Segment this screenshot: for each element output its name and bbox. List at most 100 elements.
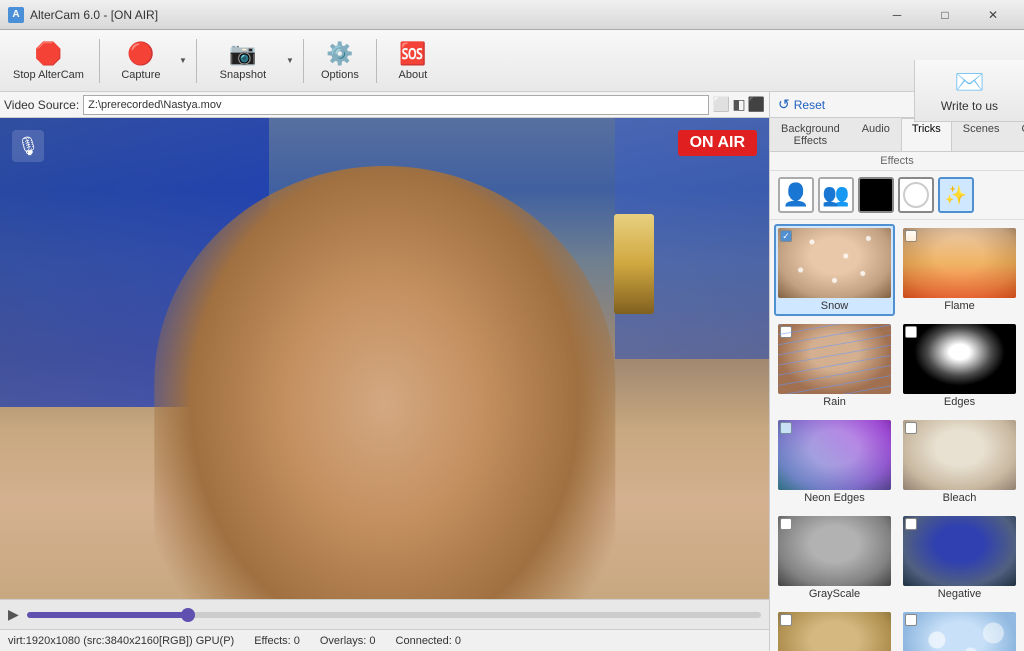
capture-button[interactable]: 🔴 Capture [106,34,176,88]
capture-icon: 🔴 [127,41,154,67]
effect-grayscale[interactable]: GrayScale [774,512,895,604]
effect-label-bleach: Bleach [943,492,977,504]
tab-tricks[interactable]: Tricks [901,118,952,151]
tab-sublabel: Effects [770,152,1024,171]
toolbar: 🛑 Stop AlterCam 🔴 Capture ▼ 📷 Snapshot ▼… [0,30,1024,92]
close-button[interactable]: ✕ [970,0,1016,30]
about-button[interactable]: 🆘 About [383,34,443,88]
app-icon: A [8,7,24,23]
stop-icon: 🛑 [35,41,62,67]
effect-check-flame [905,230,917,242]
tab-scenes[interactable]: Scenes [952,118,1011,151]
effect-negative[interactable]: Negative [899,512,1020,604]
effects-grid: ✓ Snow Flame Rain [774,224,1020,651]
effect-check-edges [905,326,917,338]
overlays-count: Overlays: 0 [320,635,376,647]
effect-label-flame: Flame [944,300,975,312]
snapshot-group: 📷 Snapshot ▼ [203,34,297,88]
effects-icon-row: 👤 👥 ✨ [770,171,1024,220]
write-to-us-button[interactable]: ✉️ Write to us [914,60,1024,122]
play-button[interactable]: ▶ [8,606,19,623]
toolbar-separator-4 [376,39,377,83]
stop-altercam-button[interactable]: 🛑 Stop AlterCam [4,34,93,88]
capture-dropdown-button[interactable]: ▼ [176,34,190,88]
right-panel: ↺ Reset Background Effects Audio Tricks … [769,92,1024,651]
effect-check-neon [780,422,792,434]
tab-background-effects[interactable]: Background Effects [770,118,851,151]
left-panel: Video Source: Z:\prerecorded\Nastya.mov … [0,92,769,651]
tab-audio[interactable]: Audio [851,118,901,151]
effect-label-negative: Negative [938,588,981,600]
snapshot-button[interactable]: 📷 Snapshot [203,34,283,88]
write-label: Write to us [941,99,998,113]
effect-neon-edges[interactable]: Neon Edges [774,416,895,508]
capture-group: 🔴 Capture ▼ [106,34,190,88]
effect-icon-person1[interactable]: 👤 [778,177,814,213]
effect-edges[interactable]: Edges [899,320,1020,412]
effect-icon-white-circle[interactable] [898,177,934,213]
progress-thumb[interactable] [181,608,195,622]
capture-label: Capture [121,69,160,81]
about-label: About [399,69,428,81]
video-source-label: Video Source: [4,98,79,112]
options-label: Options [321,69,359,81]
reset-icon: ↺ [778,96,790,113]
effect-rain[interactable]: Rain [774,320,895,412]
about-icon: 🆘 [399,41,426,67]
effect-label-grayscale: GrayScale [809,588,860,600]
effect-check-bleach [905,422,917,434]
effect-check-sepia [780,614,792,626]
lamp [614,214,654,314]
minimize-button[interactable]: ─ [874,0,920,30]
effect-thumb-flame [903,228,1016,298]
effect-icon-black-circle[interactable] [858,177,894,213]
effect-thumb-grayscale [778,516,891,586]
playback-bar: ▶ [0,599,769,629]
effect-icon-sparkle[interactable]: ✨ [938,177,974,213]
video-source-path: Z:\prerecorded\Nastya.mov [83,95,709,115]
stretch-icon[interactable]: ⬛ [748,96,765,113]
effect-icon-person2[interactable]: 👥 [818,177,854,213]
effect-thumb-bleach [903,420,1016,490]
effect-check-bubbles [905,614,917,626]
crop-icon[interactable]: ⬜ [713,96,730,113]
snapshot-label: Snapshot [220,69,266,81]
maximize-button[interactable]: □ [922,0,968,30]
snapshot-icon: 📷 [229,41,256,67]
reset-button[interactable]: Reset [794,98,825,112]
effect-check-rain [780,326,792,338]
effect-thumb-bubbles [903,612,1016,651]
effect-bleach[interactable]: Bleach [899,416,1020,508]
effect-label-rain: Rain [823,396,846,408]
virt-info: virt:1920x1080 (src:3840x2160[RGB]) GPU(… [8,635,234,647]
effect-label-snow: Snow [821,300,849,312]
right-tabs: Background Effects Audio Tricks Scenes O… [770,118,1024,152]
options-button[interactable]: ⚙️ Options [310,34,370,88]
mic-button[interactable]: 🎙 [12,130,44,162]
stop-label: Stop AlterCam [13,69,84,81]
effect-thumb-negative [903,516,1016,586]
titlebar: A AlterCam 6.0 - [ON AIR] ─ □ ✕ [0,0,1024,30]
connected-count: Connected: 0 [396,635,461,647]
effect-sepia[interactable]: Sepia [774,608,895,651]
tab-overlays[interactable]: Overlays [1010,118,1024,151]
effect-thumb-neon [778,420,891,490]
snapshot-dropdown-button[interactable]: ▼ [283,34,297,88]
toolbar-separator-3 [303,39,304,83]
effect-thumb-sepia [778,612,891,651]
effect-flame[interactable]: Flame [899,224,1020,316]
effect-bubbles[interactable]: Bubbles [899,608,1020,651]
mail-icon: ✉️ [955,68,985,97]
progress-track[interactable] [27,612,761,618]
video-frame [0,118,769,599]
toolbar-separator-1 [99,39,100,83]
effect-snow[interactable]: ✓ Snow [774,224,895,316]
effect-label-neon: Neon Edges [804,492,865,504]
status-bar: virt:1920x1080 (src:3840x2160[RGB]) GPU(… [0,629,769,651]
fit-icon[interactable]: ◧ [732,96,745,113]
effects-grid-container[interactable]: ✓ Snow Flame Rain [770,220,1024,651]
progress-fill [27,612,189,618]
effect-label-edges: Edges [944,396,975,408]
titlebar-title: AlterCam 6.0 - [ON AIR] [30,8,874,22]
toolbar-separator-2 [196,39,197,83]
